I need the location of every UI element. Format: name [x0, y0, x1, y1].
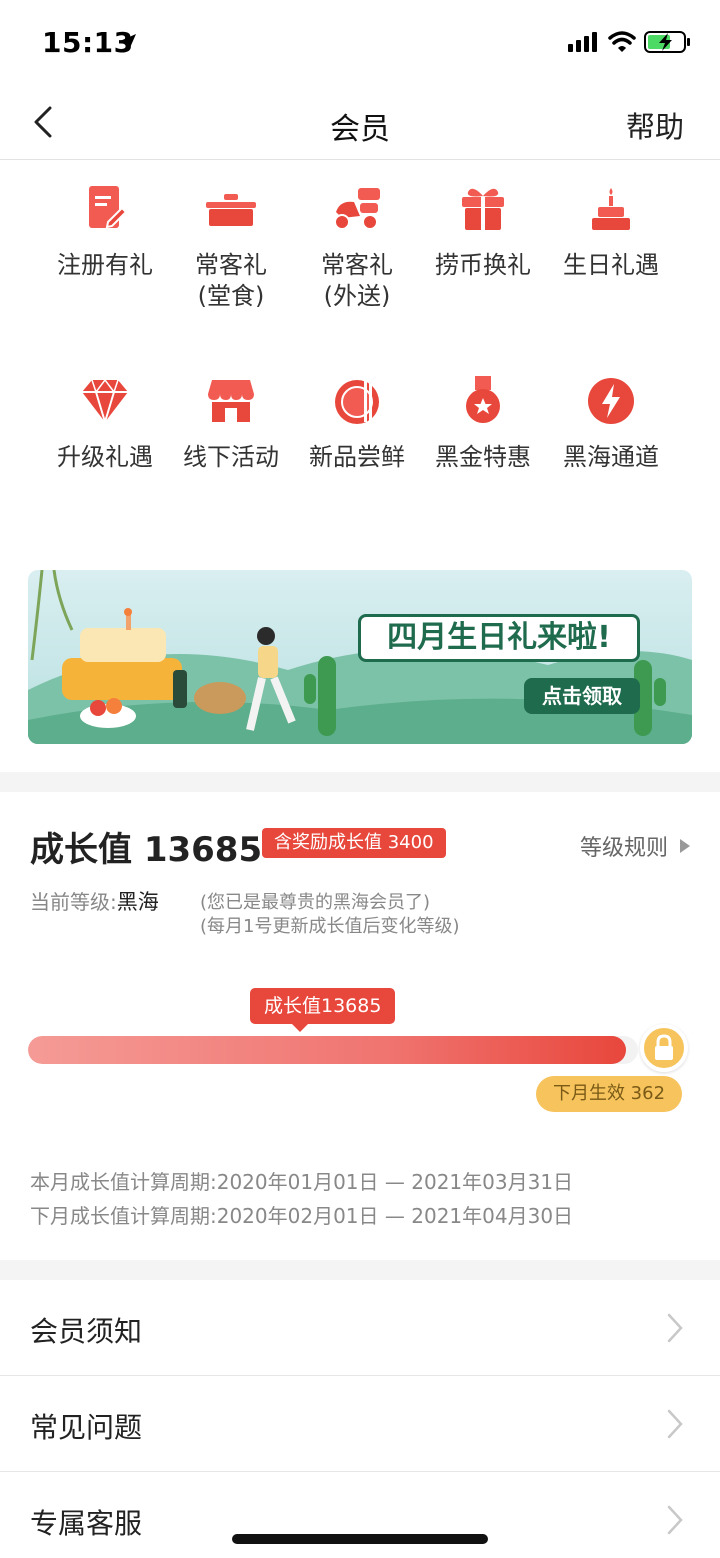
banner-title: 四月生日礼来啦! [358, 614, 640, 662]
page-title: 会员 [330, 112, 390, 147]
birthday-cake-icon [592, 188, 630, 230]
benefit-label: 常客礼 [195, 251, 267, 279]
benefit-coin-exchange[interactable]: 捞币换礼 [420, 182, 546, 281]
benefit-label: 注册有礼 [57, 251, 153, 279]
section-divider [0, 772, 720, 792]
list-item-customer-service[interactable]: 专属客服 [0, 1472, 720, 1558]
level-value: 黑海 [116, 890, 159, 914]
diamond-icon [82, 379, 128, 426]
home-indicator[interactable] [232, 1534, 488, 1544]
location-arrow-icon [120, 34, 136, 50]
next-period: 下月成长值计算周期:2020年02月01日 — 2021年04月30日 [30, 1204, 574, 1228]
member-page: 15:13 会员 帮助 注册有礼 常客礼 (堂食) 常客礼 (外送) 捞币换礼 … [0, 0, 720, 1558]
growth-progress-bar [28, 1036, 638, 1064]
info-list: 会员须知 常见问题 专属客服 [0, 1280, 720, 1558]
benefit-upgrade[interactable]: 升级礼遇 [42, 374, 168, 473]
benefit-label: 升级礼遇 [57, 443, 153, 471]
benefits-grid: 注册有礼 常客礼 (堂食) 常客礼 (外送) 捞币换礼 生日礼遇 升级礼遇 线下… [0, 160, 720, 530]
dine-in-pot-icon [206, 194, 256, 226]
store-icon [208, 380, 254, 422]
chevron-right-icon [667, 1313, 683, 1343]
list-item-label: 专属客服 [30, 1507, 143, 1540]
delivery-scooter-icon [334, 188, 380, 230]
benefit-sublabel: (外送) [323, 282, 391, 310]
level-label: 当前等级: [30, 890, 117, 914]
benefit-offline-events[interactable]: 线下活动 [168, 374, 294, 473]
help-button[interactable]: 帮助 [626, 104, 684, 146]
section-divider [0, 1260, 720, 1280]
benefit-label: 黑金特惠 [435, 443, 531, 471]
benefit-black-gold[interactable]: 黑金特惠 [420, 374, 546, 473]
register-gift-icon [89, 186, 128, 229]
benefit-label: 常客礼 [321, 251, 393, 279]
medal-icon [466, 376, 500, 423]
nav-bar: 会员 帮助 [0, 88, 720, 160]
next-month-effective-tag: 下月生效 362 [536, 1076, 682, 1112]
level-rules-label: 等级规则 [579, 836, 668, 861]
lightning-icon [588, 378, 634, 424]
benefit-black-sea-channel[interactable]: 黑海通道 [548, 374, 674, 473]
growth-value-bubble: 成长值13685 [250, 988, 396, 1032]
benefit-delivery[interactable]: 常客礼 (外送) [294, 182, 420, 312]
lock-icon [655, 1034, 673, 1060]
list-item-label: 常见问题 [30, 1411, 143, 1444]
back-chevron-icon[interactable] [24, 102, 64, 142]
chevron-right-icon [667, 1409, 683, 1439]
list-item-faq[interactable]: 常见问题 [0, 1376, 720, 1472]
benefit-birthday[interactable]: 生日礼遇 [548, 182, 674, 281]
growth-progress-fill [28, 1036, 626, 1064]
benefit-dine-in[interactable]: 常客礼 (堂食) [168, 182, 294, 312]
list-item-label: 会员须知 [30, 1315, 143, 1348]
new-dish-icon [335, 378, 379, 424]
current-level: 当前等级:黑海 [30, 886, 159, 916]
gift-box-icon [462, 188, 504, 230]
benefit-label: 黑海通道 [563, 443, 659, 471]
chevron-right-icon [667, 1505, 683, 1535]
level-note: (您已是最尊贵的黑海会员了) [200, 892, 431, 913]
benefit-sublabel: (堂食) [197, 282, 265, 310]
level-rules-link[interactable]: 等级规则 [580, 830, 690, 862]
reward-growth-badge: 含奖励成长值 3400 [262, 828, 446, 858]
benefit-new-dish[interactable]: 新品尝鲜 [294, 374, 420, 473]
triangle-right-icon [680, 839, 690, 853]
benefit-label: 生日礼遇 [563, 251, 659, 279]
next-level-lock [640, 1024, 688, 1072]
level-update-note: (每月1号更新成长值后变化等级) [200, 916, 460, 937]
status-bar: 15:13 [0, 0, 720, 88]
birthday-banner[interactable]: 四月生日礼来啦! 点击领取 [28, 570, 692, 744]
benefit-label: 捞币换礼 [435, 251, 531, 279]
growth-section: 成长值 13685 含奖励成长值 3400 等级规则 当前等级:黑海 (您已是最… [0, 792, 720, 1260]
growth-title: 成长值 13685 [30, 830, 263, 870]
list-item-member-notice[interactable]: 会员须知 [0, 1280, 720, 1376]
benefit-register-gift[interactable]: 注册有礼 [42, 182, 168, 281]
current-period: 本月成长值计算周期:2020年01月01日 — 2021年03月31日 [30, 1170, 574, 1194]
banner-claim-button[interactable]: 点击领取 [524, 678, 640, 714]
benefit-label: 线下活动 [183, 443, 279, 471]
wifi-icon [608, 31, 636, 52]
benefit-label: 新品尝鲜 [309, 443, 405, 471]
cellular-signal-icon [568, 32, 597, 52]
battery-charging-icon [644, 31, 690, 53]
